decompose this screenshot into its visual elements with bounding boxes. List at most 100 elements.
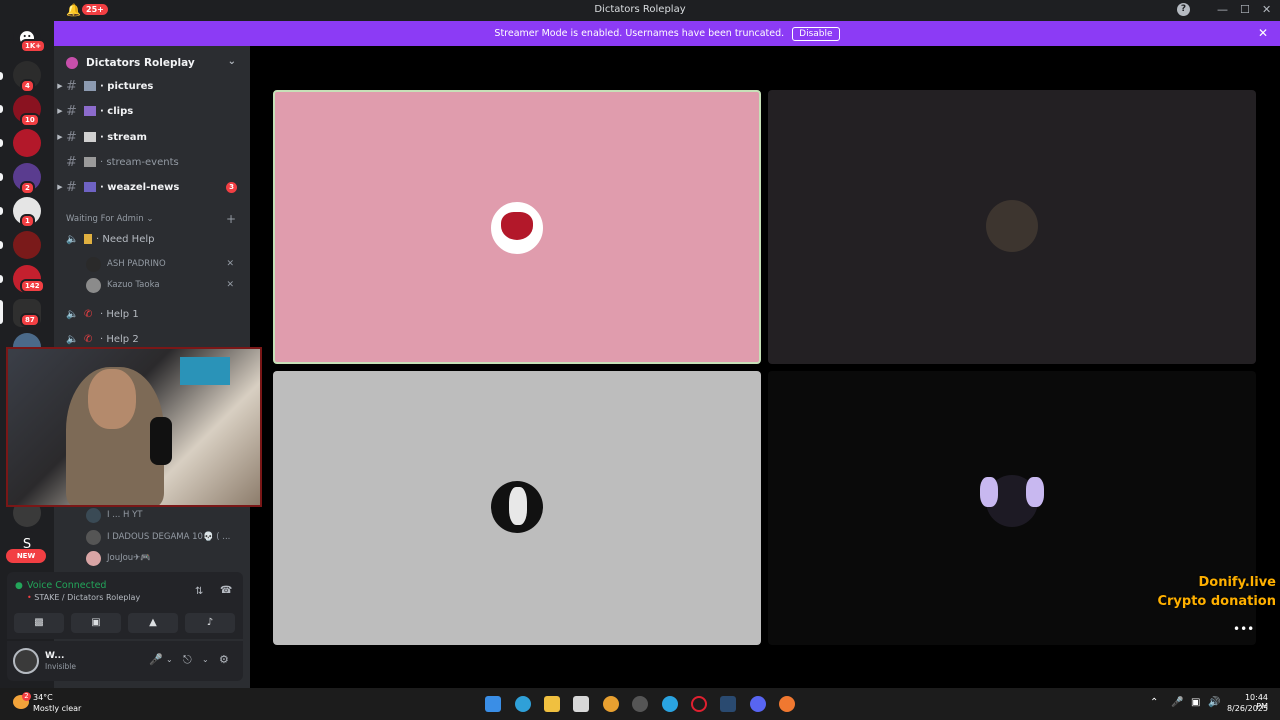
avatar xyxy=(86,529,101,545)
tray-overflow-icon[interactable]: ⌃ xyxy=(1150,697,1158,708)
channel-label: · weazel-news xyxy=(100,181,180,193)
server-badge: 1K+ xyxy=(20,39,47,53)
windows-start-icon[interactable] xyxy=(485,696,501,712)
guild-boost-icon xyxy=(66,56,78,69)
minimize-icon[interactable]: — xyxy=(1217,3,1228,16)
soundboard-button[interactable]: ♪ xyxy=(185,613,235,633)
settings-gear-icon[interactable]: ⚙ xyxy=(219,653,229,666)
avatar xyxy=(86,550,101,566)
channel-stream[interactable]: ▶ # · stream xyxy=(54,127,250,147)
avatar xyxy=(980,475,1044,527)
opera-icon[interactable] xyxy=(691,696,707,712)
speaker-icon: 🔈 xyxy=(66,333,79,345)
network-icon[interactable]: ▣ xyxy=(1191,697,1200,708)
disable-streamer-mode-button[interactable]: Disable xyxy=(792,26,840,41)
volume-icon[interactable]: 🔊 xyxy=(1208,697,1220,708)
picture-emoji-icon xyxy=(84,81,96,91)
voice-user-name: I ... H YT xyxy=(107,510,143,520)
monitor-background xyxy=(180,357,230,385)
file-explorer-icon[interactable] xyxy=(544,696,560,712)
voice-stage xyxy=(250,46,1280,688)
unread-pill xyxy=(0,105,3,113)
guild-header[interactable]: Dictators Roleplay ⌄ xyxy=(54,46,250,79)
voice-user[interactable]: JouJou✈🎮 xyxy=(86,549,246,567)
category-waiting-for-admin[interactable]: Waiting For Admin ⌄ xyxy=(66,214,154,224)
unread-pill xyxy=(0,173,3,181)
tv-emoji-icon xyxy=(84,157,96,167)
tray-microphone-icon[interactable]: 🎤 xyxy=(1171,697,1183,708)
avatar xyxy=(491,481,543,533)
crypto-donation-line: Crypto donation xyxy=(1157,594,1276,609)
clock-date[interactable]: 8/26/2025 xyxy=(1222,704,1268,713)
close-notice-icon[interactable]: ✕ xyxy=(1258,26,1268,40)
channel-weazel-news[interactable]: ▶ # · weazel-news 3 xyxy=(54,177,250,197)
new-tag: NEW xyxy=(6,549,46,563)
voice-user-name: ASH PADRINO xyxy=(107,259,166,269)
voice-user[interactable]: I DADOUS DEGAMA 10💀 ( ... xyxy=(86,528,246,546)
noise-suppression-icon[interactable]: ⇅ xyxy=(195,586,203,597)
voice-user[interactable]: I ... H YT xyxy=(86,506,246,524)
camera-off-icon: ▩ xyxy=(34,617,44,628)
donify-line: Donify.live xyxy=(1198,575,1276,590)
chevron-down-icon[interactable]: ⌄ xyxy=(166,655,173,664)
windows-taskbar: 2 34°C Mostly clear ⌃ 🎤 ▣ 🔊 10:44 PM 8/2… xyxy=(0,688,1280,720)
activities-button[interactable]: ▲ xyxy=(128,613,178,633)
voice-user-name: I DADOUS DEGAMA 10💀 ( ... xyxy=(107,532,231,542)
voice-user[interactable]: ASH PADRINO ✕ xyxy=(86,255,246,273)
camera-button[interactable]: ▩ xyxy=(14,613,64,633)
chevron-down-icon[interactable]: ⌄ xyxy=(202,655,209,664)
hash-icon: # xyxy=(66,103,77,119)
firefox-icon[interactable] xyxy=(779,696,795,712)
server-badge: 1 xyxy=(20,214,35,228)
hash-icon: # xyxy=(66,154,77,170)
discord-icon[interactable] xyxy=(750,696,766,712)
unread-pill xyxy=(0,241,3,249)
voice-channel-help-2[interactable]: 🔈 ✆ · Help 2 xyxy=(54,329,250,349)
signal-icon[interactable]: ● xyxy=(15,581,23,591)
channel-pictures[interactable]: ▶ # · pictures xyxy=(54,76,250,96)
avatar[interactable] xyxy=(13,648,39,674)
steam-icon[interactable] xyxy=(720,696,736,712)
notice-text: Streamer Mode is enabled. Usernames have… xyxy=(494,28,785,39)
phone-emoji-icon: ✆ xyxy=(84,309,93,320)
voice-user-name: Kazuo Taoka xyxy=(107,280,160,290)
screen-share-button[interactable]: ▣ xyxy=(71,613,121,633)
more-options-icon[interactable]: ••• xyxy=(1233,622,1254,636)
guild-name: Dictators Roleplay xyxy=(86,56,195,69)
microphone-icon[interactable]: 🎤 xyxy=(149,653,163,666)
channel-label: · stream-events xyxy=(100,156,179,168)
channel-stream-events[interactable]: # · stream-events xyxy=(54,152,250,172)
participant-tile[interactable] xyxy=(273,371,761,645)
obs-icon[interactable] xyxy=(632,696,648,712)
add-channel-icon[interactable]: + xyxy=(226,212,236,226)
voice-location[interactable]: • STAKE / Dictators Roleplay xyxy=(27,593,140,602)
participant-tile[interactable] xyxy=(768,90,1256,364)
telegram-icon[interactable] xyxy=(662,696,678,712)
voice-status[interactable]: Voice Connected xyxy=(27,580,106,591)
server-icon[interactable] xyxy=(13,231,41,259)
hash-icon: # xyxy=(66,78,77,94)
voice-user[interactable]: Kazuo Taoka ✕ xyxy=(86,276,246,294)
store-icon[interactable] xyxy=(573,696,589,712)
channel-label: · pictures xyxy=(100,80,154,92)
channel-clips[interactable]: ▶ # · clips xyxy=(54,101,250,121)
help-icon[interactable]: ? xyxy=(1177,3,1190,16)
participant-tile-speaking[interactable] xyxy=(273,90,761,364)
selected-pill xyxy=(0,300,3,324)
chevron-down-icon[interactable]: ⌄ xyxy=(228,56,236,67)
channel-label: · clips xyxy=(100,105,134,117)
edge-browser-icon[interactable] xyxy=(515,696,531,712)
user-name[interactable]: W... xyxy=(45,651,64,661)
headphones-icon[interactable]: ⎋ xyxy=(183,653,192,667)
weather-badge: 2 xyxy=(22,692,31,701)
voice-channel-help-1[interactable]: 🔈 ✆ · Help 1 xyxy=(54,304,250,324)
close-window-icon[interactable]: ✕ xyxy=(1262,3,1271,16)
disconnect-icon[interactable]: ☎ xyxy=(220,585,232,596)
temperature[interactable]: 34°C xyxy=(33,693,53,702)
dot-icon: • xyxy=(27,593,32,602)
chrome-icon[interactable] xyxy=(603,696,619,712)
weather-condition[interactable]: Mostly clear xyxy=(33,704,81,713)
maximize-icon[interactable]: ☐ xyxy=(1240,3,1250,16)
server-icon[interactable] xyxy=(13,129,41,157)
voice-channel-need-help[interactable]: 🔈 · Need Help xyxy=(54,229,250,249)
